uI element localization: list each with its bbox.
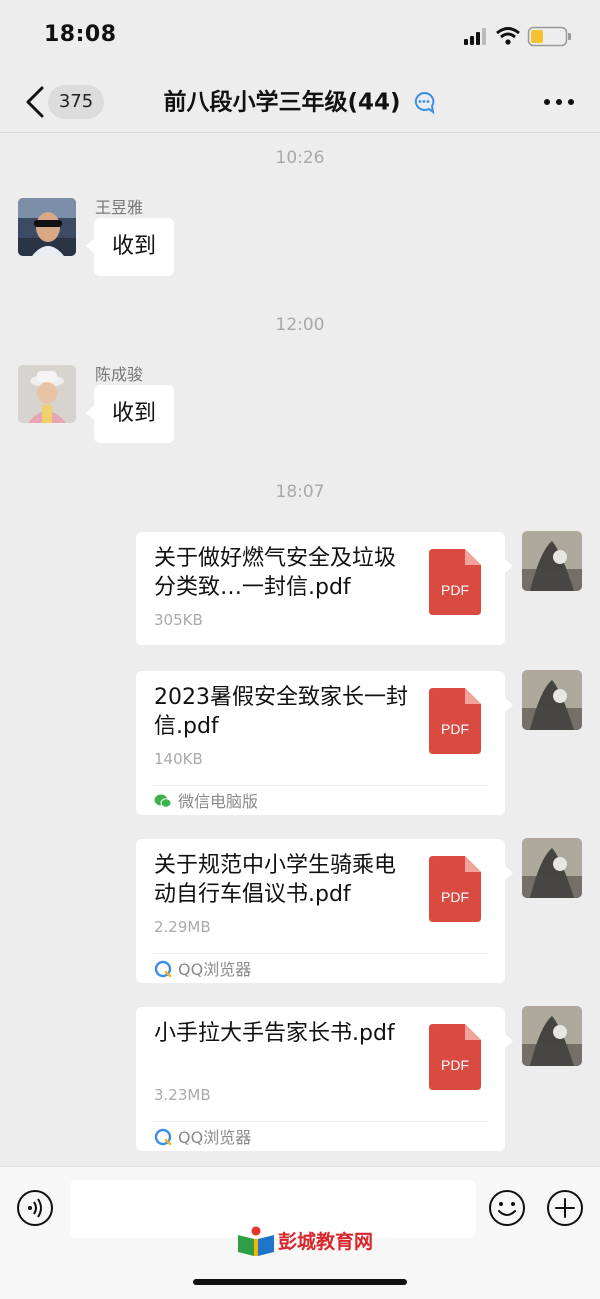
- avatar[interactable]: [18, 198, 76, 256]
- file-name: 关于做好燃气安全及垃圾分类致…一封信.pdf: [154, 546, 397, 600]
- card-divider: [154, 785, 487, 786]
- status-icons: [464, 26, 571, 47]
- my-avatar[interactable]: [522, 838, 582, 898]
- pdf-file-icon: PDF: [429, 549, 481, 615]
- home-indicator: [193, 1279, 407, 1285]
- file-source-label: QQ浏览器: [178, 960, 252, 979]
- timestamp: 18:07: [275, 482, 325, 502]
- svg-text:PDF: PDF: [441, 1057, 469, 1073]
- svg-text:PDF: PDF: [441, 582, 469, 598]
- qq-browser-icon: [154, 1128, 172, 1146]
- timestamp: 12:00: [275, 315, 325, 335]
- battery-icon: [527, 26, 571, 47]
- file-message-card[interactable]: 关于规范中小学生骑乘电动自行车倡议书.pdf 2.29MB PDF QQ浏览器: [136, 839, 513, 983]
- my-avatar[interactable]: [522, 531, 582, 591]
- file-message-card[interactable]: 2023暑假安全致家长一封信.pdf 140KB PDF 微信电脑版: [136, 671, 513, 815]
- my-avatar[interactable]: [522, 1006, 582, 1066]
- file-source-label: QQ浏览器: [178, 1128, 252, 1147]
- file-size: 305KB: [154, 611, 203, 629]
- message-bubble[interactable]: 收到: [85, 218, 175, 276]
- file-message-card[interactable]: 关于做好燃气安全及垃圾分类致…一封信.pdf 305KB PDF: [136, 532, 513, 645]
- plus-icon[interactable]: [546, 1189, 584, 1227]
- watermark-text: 彭城教育网: [278, 1231, 374, 1253]
- emoji-icon[interactable]: [488, 1189, 526, 1227]
- svg-text:PDF: PDF: [441, 889, 469, 905]
- avatar[interactable]: [18, 365, 76, 423]
- pdf-file-icon: PDF: [429, 856, 481, 922]
- card-divider: [154, 1121, 487, 1122]
- file-source-label: 微信电脑版: [178, 792, 259, 811]
- file-source[interactable]: QQ浏览器: [154, 1127, 251, 1149]
- qq-browser-icon: [154, 960, 172, 978]
- file-source[interactable]: QQ浏览器: [154, 959, 251, 981]
- chat-title: 前八段小学三年级(44): [140, 83, 460, 122]
- svg-text:PDF: PDF: [441, 721, 469, 737]
- timestamp: 10:26: [275, 148, 325, 168]
- my-avatar[interactable]: [522, 670, 582, 730]
- card-divider: [154, 953, 487, 954]
- sender-name: 王昱雅: [95, 198, 144, 217]
- signal-icon: [464, 28, 486, 45]
- file-name: 关于规范中小学生骑乘电动自行车倡议书.pdf: [154, 853, 397, 907]
- file-size: 2.29MB: [154, 918, 211, 936]
- file-size: 140KB: [154, 750, 203, 768]
- voice-icon[interactable]: [16, 1189, 54, 1227]
- book-logo-icon: [238, 1226, 274, 1256]
- header-divider: [0, 132, 600, 133]
- file-message-card[interactable]: 小手拉大手告家长书.pdf 3.23MB PDF QQ浏览器: [136, 1007, 513, 1151]
- file-name: 小手拉大手告家长书.pdf: [154, 1021, 395, 1046]
- unread-count-badge[interactable]: 375: [48, 85, 104, 119]
- file-name: 2023暑假安全致家长一封信.pdf: [154, 685, 408, 739]
- chat-title-text: 前八段小学三年级(44): [163, 89, 401, 116]
- pdf-file-icon: PDF: [429, 688, 481, 754]
- watermark: 彭城教育网: [236, 1225, 373, 1259]
- wechat-icon: [154, 794, 172, 808]
- sender-name: 陈成骏: [95, 365, 144, 384]
- back-icon[interactable]: [20, 84, 50, 120]
- wifi-icon: [496, 27, 520, 45]
- chat-bubble-icon: [414, 91, 434, 114]
- file-size: 3.23MB: [154, 1086, 211, 1104]
- file-source[interactable]: 微信电脑版: [154, 791, 258, 813]
- pdf-file-icon: PDF: [429, 1024, 481, 1090]
- message-bubble[interactable]: 收到: [85, 385, 175, 443]
- more-icon[interactable]: [542, 89, 576, 115]
- status-time: 18:08: [44, 22, 117, 47]
